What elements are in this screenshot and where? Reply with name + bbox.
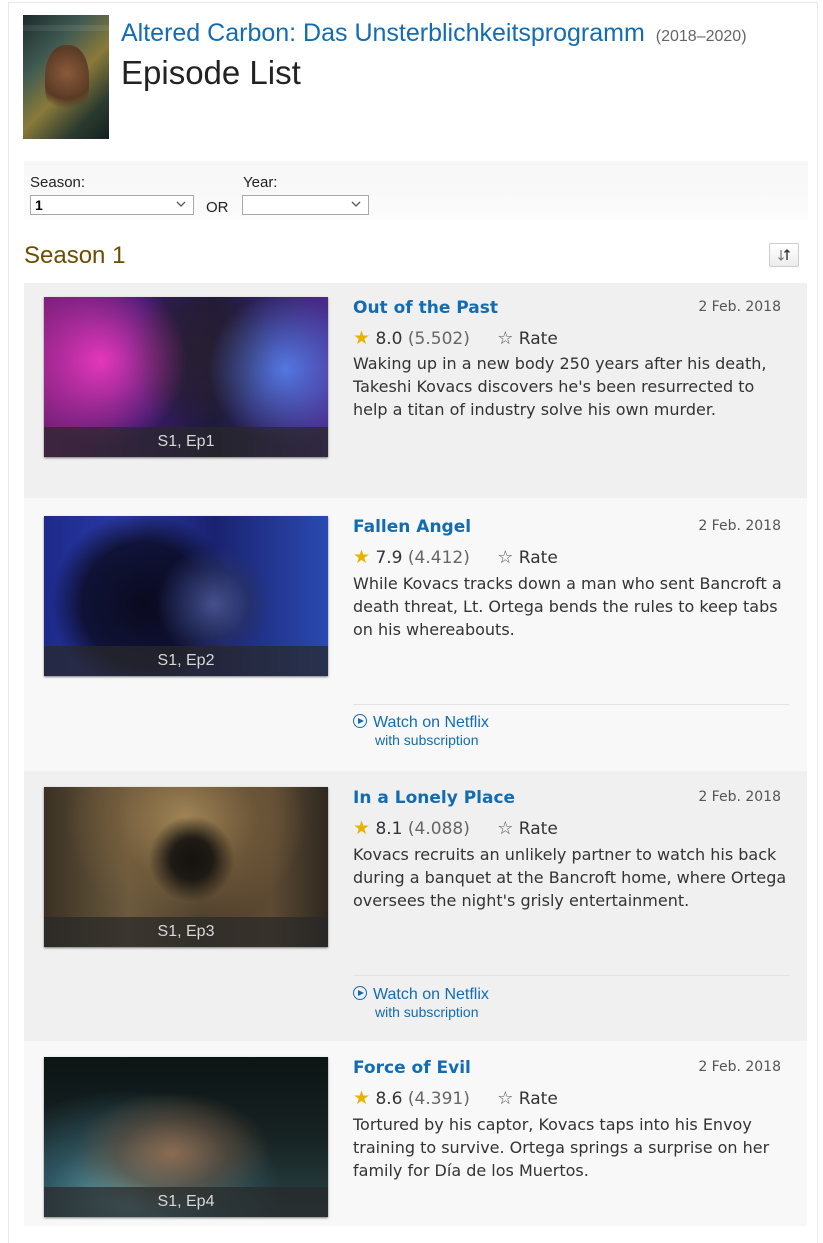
episode-airdate: 2 Feb. 2018 xyxy=(698,1059,781,1075)
sort-button[interactable] xyxy=(769,243,799,267)
episode-description: Tortured by his captor, Kovacs taps into… xyxy=(353,1115,770,1180)
episode-rating: 8.1 xyxy=(375,819,403,839)
show-title-header: Altered Carbon: Das Unsterblichkeitsprog… xyxy=(121,19,747,48)
divider xyxy=(353,704,789,705)
season-label: Season: xyxy=(30,174,86,191)
episode-caption: S1, Ep3 xyxy=(44,917,328,947)
episode-title-link[interactable]: Fallen Angel xyxy=(353,517,471,537)
play-circle-icon xyxy=(353,714,367,728)
episode-airdate: 2 Feb. 2018 xyxy=(698,789,781,805)
episode-thumbnail[interactable]: S1, Ep2 xyxy=(44,516,328,676)
episode-description: Waking up in a new body 250 years after … xyxy=(353,354,767,419)
episode-rating: 7.9 xyxy=(375,548,403,568)
play-circle-icon xyxy=(353,986,367,1000)
watch-subtext: with subscription xyxy=(375,1004,479,1020)
star-icon: ★ xyxy=(353,546,371,568)
or-label: OR xyxy=(206,199,229,216)
star-outline-icon: ☆ xyxy=(497,328,514,349)
episode-thumbnail[interactable]: S1, Ep4 xyxy=(44,1057,328,1217)
show-poster[interactable] xyxy=(23,15,109,139)
page-title: Episode List xyxy=(121,54,301,91)
episode-caption: S1, Ep2 xyxy=(44,646,328,676)
divider xyxy=(353,975,789,976)
sort-icon xyxy=(778,249,790,261)
watch-netflix-link[interactable]: Watch on Netflix with subscription xyxy=(353,986,489,1020)
episode-item: S1, Ep4 Force of Evil 2 Feb. 2018 ★ 8.6 … xyxy=(24,1041,807,1226)
episode-votes: (4.391) xyxy=(407,1089,470,1109)
episode-thumbnail[interactable]: S1, Ep3 xyxy=(44,787,328,947)
rate-label: Rate xyxy=(518,329,558,349)
rating-row: ★ 8.6 (4.391) ☆ Rate xyxy=(353,1087,558,1109)
season-select[interactable]: 1 xyxy=(30,195,194,215)
year-select[interactable] xyxy=(242,195,369,215)
episode-votes: (5.502) xyxy=(407,329,470,349)
rating-row: ★ 8.0 (5.502) ☆ Rate xyxy=(353,327,558,349)
rating-row: ★ 8.1 (4.088) ☆ Rate xyxy=(353,817,558,839)
star-outline-icon: ☆ xyxy=(497,818,514,839)
episode-item: S1, Ep3 In a Lonely Place 2 Feb. 2018 ★ … xyxy=(24,771,807,1041)
star-outline-icon: ☆ xyxy=(497,547,514,568)
episode-item: S1, Ep2 Fallen Angel 2 Feb. 2018 ★ 7.9 (… xyxy=(24,498,807,771)
chevron-down-icon xyxy=(176,201,186,207)
season-select-value: 1 xyxy=(35,197,43,213)
star-outline-icon: ☆ xyxy=(497,1088,514,1109)
star-icon: ★ xyxy=(353,817,371,839)
episode-caption: S1, Ep4 xyxy=(44,1187,328,1217)
episode-description: While Kovacs tracks down a man who sent … xyxy=(353,574,782,639)
episode-title-link[interactable]: Out of the Past xyxy=(353,298,498,318)
filter-bar: Season: 1 OR Year: xyxy=(24,161,808,219)
episode-airdate: 2 Feb. 2018 xyxy=(698,299,781,315)
season-heading: Season 1 xyxy=(24,242,126,269)
watch-subtext: with subscription xyxy=(375,732,479,748)
episode-thumbnail[interactable]: S1, Ep1 xyxy=(44,297,328,457)
rate-button[interactable]: ☆ Rate xyxy=(497,818,558,839)
episode-airdate: 2 Feb. 2018 xyxy=(698,518,781,534)
episode-votes: (4.088) xyxy=(407,819,470,839)
watch-label: Watch on Netflix xyxy=(373,714,489,731)
star-icon: ★ xyxy=(353,327,371,349)
rate-button[interactable]: ☆ Rate xyxy=(497,328,558,349)
episode-title-link[interactable]: Force of Evil xyxy=(353,1058,471,1078)
watch-label: Watch on Netflix xyxy=(373,986,489,1003)
rate-button[interactable]: ☆ Rate xyxy=(497,547,558,568)
rate-label: Rate xyxy=(518,548,558,568)
episode-rating: 8.0 xyxy=(375,329,403,349)
star-icon: ★ xyxy=(353,1087,371,1109)
year-label: Year: xyxy=(243,174,278,191)
episode-item: S1, Ep1 Out of the Past 2 Feb. 2018 ★ 8.… xyxy=(24,283,807,498)
show-title-link[interactable]: Altered Carbon: Das Unsterblichkeitsprog… xyxy=(121,19,645,47)
rate-label: Rate xyxy=(518,819,558,839)
rate-button[interactable]: ☆ Rate xyxy=(497,1088,558,1109)
episode-rating: 8.6 xyxy=(375,1089,403,1109)
watch-netflix-link[interactable]: Watch on Netflix with subscription xyxy=(353,714,489,748)
rating-row: ★ 7.9 (4.412) ☆ Rate xyxy=(353,546,558,568)
rate-label: Rate xyxy=(518,1089,558,1109)
episode-caption: S1, Ep1 xyxy=(44,427,328,457)
episode-description: Kovacs recruits an unlikely partner to w… xyxy=(353,845,787,910)
chevron-down-icon xyxy=(351,201,361,207)
episode-title-link[interactable]: In a Lonely Place xyxy=(353,788,515,808)
episode-votes: (4.412) xyxy=(407,548,470,568)
show-years: (2018–2020) xyxy=(655,28,747,45)
